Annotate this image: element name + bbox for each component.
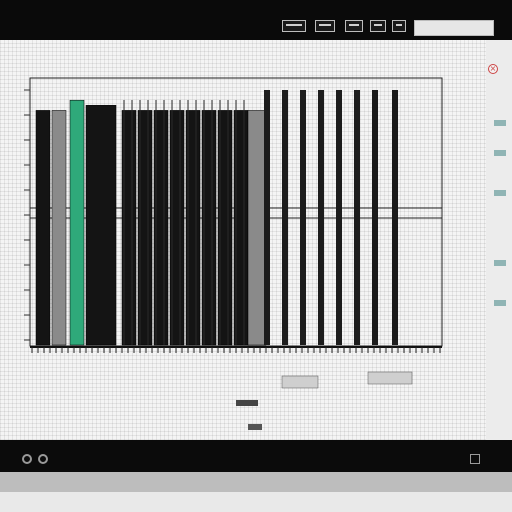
panel-item[interactable] <box>494 260 506 266</box>
toolbar-button-4[interactable] <box>370 20 386 32</box>
bar <box>318 90 324 345</box>
bar <box>247 110 267 346</box>
desk-surface <box>0 492 512 512</box>
close-icon[interactable]: × <box>488 64 498 74</box>
chart-canvas[interactable] <box>0 40 486 440</box>
panel-item[interactable] <box>494 190 506 196</box>
panel-item[interactable] <box>494 300 506 306</box>
bar <box>372 90 378 345</box>
annotation-box <box>367 371 413 385</box>
bar <box>35 110 51 346</box>
bar-chart <box>24 77 443 430</box>
bar <box>392 90 398 345</box>
annotation-box <box>248 424 262 430</box>
bar <box>264 90 270 345</box>
panel-item[interactable] <box>494 150 506 156</box>
right-side-panel <box>486 40 512 440</box>
status-bar <box>0 472 512 492</box>
bar <box>354 90 360 345</box>
top-toolbar <box>0 0 512 40</box>
panel-item[interactable] <box>494 120 506 126</box>
chevron-down-icon[interactable] <box>470 454 480 464</box>
toolbar-button-1[interactable] <box>282 20 306 32</box>
bar <box>336 90 342 345</box>
toolbar-button-2[interactable] <box>315 20 335 32</box>
toolbar-button-3[interactable] <box>345 20 363 32</box>
bottom-toolbar <box>0 440 512 472</box>
settings-icon[interactable] <box>22 454 32 464</box>
bar <box>69 99 85 346</box>
bar <box>51 110 67 346</box>
record-icon[interactable] <box>38 454 48 464</box>
toolbar-button-5[interactable] <box>392 20 406 32</box>
search-input[interactable] <box>414 20 494 36</box>
bar <box>85 105 117 346</box>
annotation-box <box>281 375 319 389</box>
annotation-box <box>236 400 258 406</box>
bar <box>282 90 288 345</box>
bar <box>300 90 306 345</box>
